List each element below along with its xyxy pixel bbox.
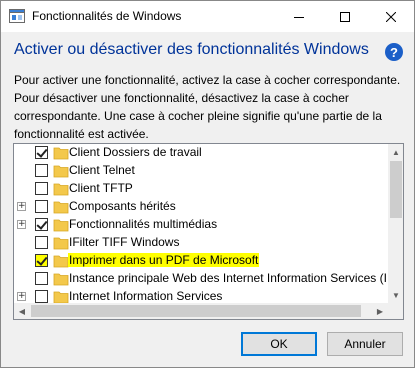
scroll-left-arrow-icon[interactable]: ◀ <box>14 303 30 319</box>
minimize-button[interactable] <box>276 1 322 32</box>
feature-checkbox[interactable] <box>35 164 48 177</box>
feature-label: Instance principale Web des Internet Inf… <box>69 271 399 285</box>
folder-icon <box>53 201 69 214</box>
page-title: Activer ou désactiver des fonctionnalité… <box>14 41 369 58</box>
feature-row[interactable]: + Composants hérités <box>14 198 390 216</box>
feature-label: Fonctionnalités multimédias <box>69 217 218 231</box>
feature-checkbox[interactable] <box>35 254 48 267</box>
scroll-corner <box>388 303 403 319</box>
folder-icon <box>53 147 69 160</box>
feature-row[interactable]: IFilter TIFF Windows <box>14 234 390 252</box>
scroll-right-arrow-icon[interactable]: ▶ <box>372 303 388 319</box>
feature-row[interactable]: + Fonctionnalités multimédias <box>14 216 390 234</box>
folder-icon <box>53 219 69 232</box>
maximize-icon <box>340 11 350 22</box>
feature-label: Client TFTP <box>69 181 133 195</box>
description-line: correspondante. Une case à cocher pleine… <box>14 109 382 123</box>
scroll-down-arrow-icon[interactable]: ▼ <box>388 287 403 303</box>
feature-row[interactable]: Instance principale Web des Internet Inf… <box>14 270 398 288</box>
feature-row[interactable]: Client Dossiers de travail <box>14 144 390 162</box>
feature-row[interactable]: Imprimer dans un PDF de Microsoft <box>14 252 390 270</box>
feature-label: Client Dossiers de travail <box>69 145 202 159</box>
close-icon <box>386 11 396 22</box>
vertical-scrollbar[interactable]: ▲ ▼ <box>388 144 403 303</box>
expand-plus-icon[interactable]: + <box>17 292 26 301</box>
cancel-button[interactable]: Annuler <box>327 332 403 356</box>
title-bar[interactable]: Fonctionnalités de Windows <box>1 1 414 32</box>
maximize-button[interactable] <box>322 1 368 32</box>
close-button[interactable] <box>368 1 414 32</box>
feature-checkbox[interactable] <box>35 272 48 285</box>
feature-checkbox[interactable] <box>35 200 48 213</box>
feature-row[interactable]: Client TFTP <box>14 180 390 198</box>
help-icon[interactable]: ? <box>385 43 403 61</box>
feature-label: Client Telnet <box>69 163 135 177</box>
feature-row[interactable]: Client Telnet <box>14 162 390 180</box>
app-icon <box>9 9 25 23</box>
feature-label: Imprimer dans un PDF de Microsoft <box>68 253 260 267</box>
features-dialog: Fonctionnalités de Windows Activer ou dé… <box>0 0 415 368</box>
expand-plus-icon[interactable]: + <box>17 202 26 211</box>
feature-label: Composants hérités <box>69 199 176 213</box>
folder-icon <box>53 273 69 286</box>
scroll-up-arrow-icon[interactable]: ▲ <box>388 144 403 160</box>
minimize-icon <box>294 16 304 18</box>
feature-checkbox[interactable] <box>35 182 48 195</box>
folder-icon <box>53 237 69 250</box>
ok-button[interactable]: OK <box>241 332 317 356</box>
folder-icon <box>53 183 69 196</box>
feature-checkbox[interactable] <box>35 218 48 231</box>
description: Pour activer une fonctionnalité, activez… <box>14 71 406 143</box>
feature-checkbox[interactable] <box>35 236 48 249</box>
feature-label: IFilter TIFF Windows <box>69 235 180 249</box>
folder-icon <box>53 291 69 304</box>
description-line: fonctionnalité est activée. <box>14 127 149 141</box>
horizontal-scrollbar[interactable]: ◀ ▶ <box>14 303 388 319</box>
feature-list[interactable]: Client Dossiers de travail Client Telnet C… <box>13 143 404 320</box>
feature-checkbox[interactable] <box>35 290 48 303</box>
horizontal-scroll-thumb[interactable] <box>31 305 361 317</box>
expand-plus-icon[interactable]: + <box>17 220 26 229</box>
description-line: Pour désactiver une fonctionnalité, désa… <box>14 91 349 105</box>
folder-icon <box>53 165 69 178</box>
vertical-scroll-thumb[interactable] <box>390 161 402 218</box>
feature-checkbox[interactable] <box>35 146 48 159</box>
description-line: Pour activer une fonctionnalité, activez… <box>14 73 401 87</box>
window-title: Fonctionnalités de Windows <box>32 9 182 23</box>
feature-label: Internet Information Services <box>69 289 223 303</box>
